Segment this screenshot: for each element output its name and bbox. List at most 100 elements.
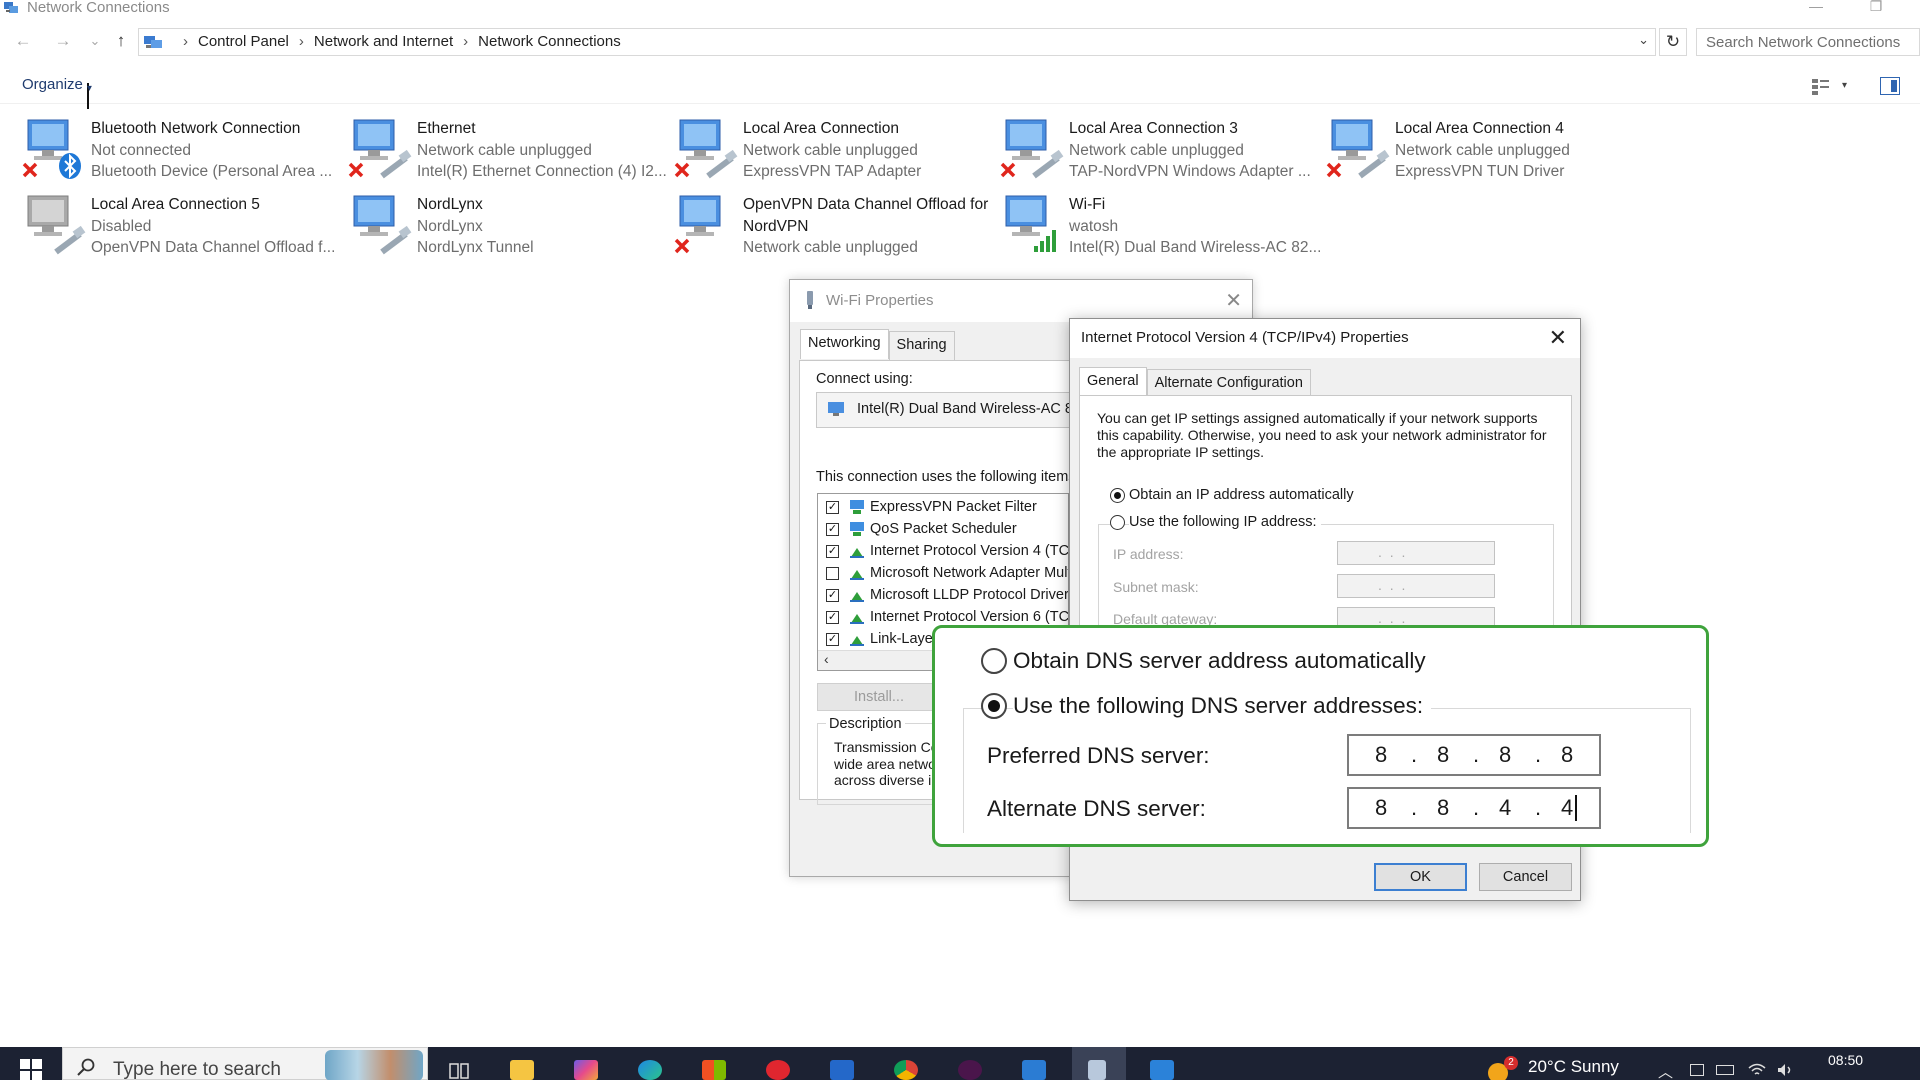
clock-time: 08:50	[1828, 1052, 1864, 1068]
volume-icon[interactable]	[1776, 1062, 1794, 1078]
dns-octet: 4	[1561, 795, 1574, 820]
text-caret	[1575, 795, 1577, 821]
chrome-browser-icon[interactable]	[894, 1060, 918, 1080]
microsoft-store-icon[interactable]	[702, 1060, 726, 1080]
connection-item-ethernet[interactable]: Ethernet Network cable unplugged Intel(R…	[348, 118, 674, 194]
dns-octet: 8	[1375, 742, 1388, 767]
show-hidden-icons-chevron-icon[interactable]: ︿	[1658, 1061, 1673, 1080]
breadcrumb-separator: ›	[183, 33, 188, 50]
organize-menu[interactable]: Organize ▾	[22, 76, 92, 109]
checkbox[interactable]: ✓	[826, 589, 839, 602]
windows-start-icon[interactable]	[20, 1059, 42, 1080]
edge-browser-icon[interactable]	[638, 1060, 662, 1080]
item-label: Microsoft LLDP Protocol Driver	[870, 587, 1069, 603]
dns-octet: 8	[1437, 742, 1450, 767]
checkbox[interactable]: ✓	[826, 523, 839, 536]
file-explorer-icon[interactable]	[510, 1060, 534, 1080]
opera-browser-icon[interactable]	[766, 1060, 790, 1080]
adapter-field: Intel(R) Dual Band Wireless-AC 826	[816, 392, 1089, 428]
network-adapter-disabled-icon	[27, 195, 86, 255]
change-view-icon[interactable]	[1810, 76, 1832, 96]
obtain-ip-auto-label: Obtain an IP address automatically	[1129, 487, 1354, 503]
breadcrumb: › Control Panel › Network and Internet ›…	[173, 33, 621, 50]
list-item[interactable]: ✓ Microsoft LLDP Protocol Driver	[818, 585, 1069, 607]
connection-item-local-area-connection-3[interactable]: Local Area Connection 3 Network cable un…	[1000, 118, 1326, 194]
connection-item-nordlynx[interactable]: NordLynx NordLynx NordLynx Tunnel	[348, 194, 674, 270]
obtain-ip-auto-radio[interactable]	[1110, 488, 1125, 503]
address-bar[interactable]: › Control Panel › Network and Internet ›…	[138, 28, 1656, 56]
refresh-button[interactable]: ↻	[1659, 28, 1687, 56]
up-button[interactable]: ↑	[110, 30, 132, 54]
preferred-dns-field[interactable]: 8 . 8 . 8 . 8	[1347, 734, 1601, 776]
error-x-icon	[1000, 162, 1016, 178]
minimize-button[interactable]: —	[1796, 0, 1836, 14]
checkbox[interactable]	[826, 567, 839, 580]
obtain-dns-auto-radio[interactable]	[981, 648, 1007, 674]
item-label: Internet Protocol Version 4 (TCP/	[870, 543, 1069, 559]
list-item[interactable]: ✓ ExpressVPN Packet Filter	[818, 497, 1068, 519]
connection-item-wifi[interactable]: Wi-Fi watosh Intel(R) Dual Band Wireless…	[1000, 194, 1326, 270]
tab-sharing[interactable]: Sharing	[888, 331, 955, 361]
tray-device-icon[interactable]	[1690, 1064, 1704, 1076]
ip-address-label: IP address:	[1113, 546, 1184, 562]
ipv4-dialog-title: Internet Protocol Version 4 (TCP/IPv4) P…	[1081, 329, 1409, 346]
close-icon[interactable]: ✕	[1225, 288, 1242, 313]
preview-pane-button[interactable]	[1880, 77, 1900, 95]
connection-item-local-area-connection[interactable]: Local Area Connection Network cable unpl…	[674, 118, 1000, 194]
connection-status: Network cable unplugged	[1069, 141, 1244, 159]
connection-item-openvpn-dco[interactable]: OpenVPN Data Channel Offload for NordVPN…	[674, 194, 1000, 270]
slack-icon[interactable]	[958, 1060, 982, 1080]
install-button[interactable]: Install...	[817, 683, 941, 711]
alternate-dns-field[interactable]: 8 . 8 . 4 . 4	[1347, 787, 1601, 829]
checkbox[interactable]: ✓	[826, 633, 839, 646]
recent-locations-button[interactable]: ⌄	[84, 30, 106, 54]
view-options-caret-icon[interactable]: ▾	[1842, 80, 1847, 91]
search-input[interactable]: Search Network Connections	[1696, 28, 1920, 56]
scroll-left-icon[interactable]: ‹	[824, 651, 829, 667]
dns-dot: .	[1473, 742, 1480, 767]
restore-button[interactable]: ❐	[1856, 0, 1896, 15]
tab-general[interactable]: General	[1079, 367, 1147, 397]
checkbox[interactable]: ✓	[826, 501, 839, 514]
list-item[interactable]: Microsoft Network Adapter Multip	[818, 563, 1068, 585]
dns-octet: 8	[1437, 795, 1450, 820]
task-view-icon[interactable]	[448, 1060, 470, 1080]
taskbar-search-box[interactable]: Type here to search	[62, 1047, 428, 1080]
battery-icon[interactable]	[1716, 1065, 1734, 1075]
use-following-dns-radio[interactable]	[981, 693, 1007, 719]
cancel-button[interactable]: Cancel	[1479, 863, 1572, 891]
copilot-icon[interactable]	[574, 1060, 598, 1080]
wifi-tray-icon[interactable]	[1748, 1062, 1766, 1078]
dns-dot: .	[1411, 795, 1418, 820]
connection-item-local-area-connection-5[interactable]: Local Area Connection 5 Disabled OpenVPN…	[22, 194, 348, 270]
checkbox[interactable]: ✓	[826, 545, 839, 558]
network-service-icon	[850, 500, 864, 514]
breadcrumb-control-panel[interactable]: Control Panel	[198, 33, 289, 50]
ok-button[interactable]: OK	[1374, 863, 1467, 891]
clock[interactable]: 08:50	[1828, 1051, 1863, 1069]
snipping-tool-icon[interactable]	[1150, 1060, 1174, 1080]
ip-address-field: . . .	[1337, 541, 1495, 565]
error-x-icon	[22, 162, 38, 178]
tab-networking[interactable]: Networking	[800, 329, 889, 359]
ipv4-title-bar: Internet Protocol Version 4 (TCP/IPv4) P…	[1070, 319, 1580, 358]
weather-text[interactable]: 20°C Sunny	[1528, 1057, 1619, 1077]
address-dropdown-icon[interactable]: ⌄	[1638, 32, 1649, 48]
close-icon[interactable]: ✕	[1549, 325, 1567, 351]
connection-status: Network cable unplugged	[743, 141, 918, 159]
connection-item-local-area-connection-4[interactable]: Local Area Connection 4 Network cable un…	[1326, 118, 1652, 194]
control-panel-icon	[144, 36, 162, 48]
back-button[interactable]: ←	[12, 30, 34, 54]
outlook-icon[interactable]	[1022, 1060, 1046, 1080]
connection-item-bluetooth[interactable]: Bluetooth Network Connection Not connect…	[22, 118, 348, 194]
breadcrumb-network-and-internet[interactable]: Network and Internet	[314, 33, 453, 50]
checkbox[interactable]: ✓	[826, 611, 839, 624]
mail-app-icon[interactable]	[830, 1060, 854, 1080]
network-settings-icon[interactable]	[1088, 1060, 1106, 1080]
list-item[interactable]: ✓ Internet Protocol Version 4 (TCP/	[818, 541, 1069, 563]
breadcrumb-network-connections[interactable]: Network Connections	[478, 33, 621, 50]
list-item[interactable]: ✓ QoS Packet Scheduler	[818, 519, 1068, 541]
use-following-ip-radio[interactable]	[1110, 515, 1125, 530]
connection-device: ExpressVPN TUN Driver	[1395, 163, 1565, 180]
forward-button[interactable]: →	[52, 30, 74, 54]
